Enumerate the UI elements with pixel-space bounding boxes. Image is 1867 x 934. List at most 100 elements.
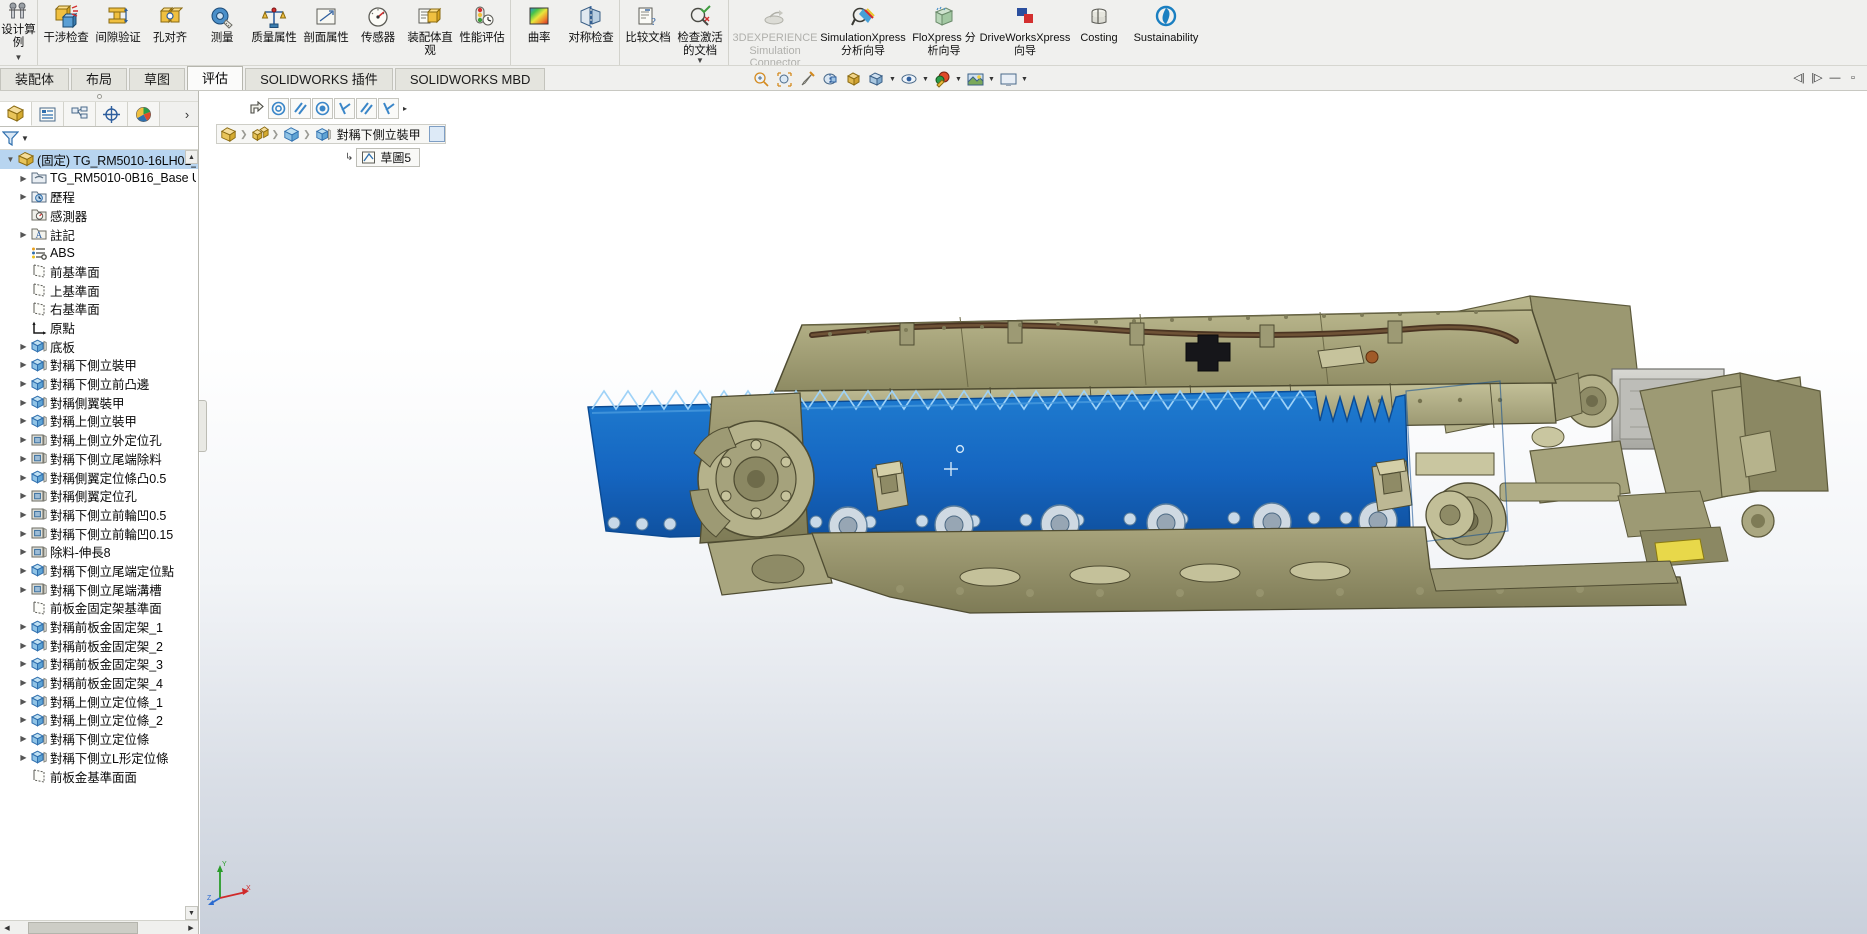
tree-scroll-up-button[interactable]: ▲ — [185, 150, 198, 164]
ribbon-button-costing[interactable]: Costing — [1069, 2, 1129, 64]
tree-expander-toggle[interactable]: ▶ — [17, 659, 30, 668]
tree-expander-toggle[interactable]: ▶ — [17, 230, 30, 239]
design-study-dropdown-caret[interactable]: ▼ — [15, 53, 23, 62]
view-orientation-button[interactable] — [842, 69, 864, 90]
zoom-to-fit-button[interactable] — [750, 69, 772, 90]
tree-expander-toggle[interactable]: ▼ — [4, 155, 17, 164]
sidebar-item-dimxpert-manager[interactable] — [96, 102, 128, 126]
graphics-viewport[interactable]: ▸ ❯ ❯ ❯ 對稱下側立裝甲 ↳ 草圖5 Y X Z — [200, 91, 1867, 934]
feature-tree-horizontal-scrollbar[interactable]: ◀ ▶ — [0, 920, 198, 934]
ribbon-button-symmetry-check[interactable]: 对称检查 — [565, 2, 617, 64]
tree-item[interactable]: ▶ 底板 — [0, 337, 198, 356]
tree-item[interactable]: ▶ 對稱下側立前輪凹0.5 — [0, 505, 198, 524]
tree-item[interactable]: 前板金固定架基準面 — [0, 599, 198, 618]
ribbon-button-simulationxpress[interactable]: SimulationXpress 分析向导 — [819, 2, 907, 64]
restore-button[interactable]: ▫ — [1845, 70, 1861, 86]
tree-item[interactable]: ▶ 對稱側翼定位孔 — [0, 486, 198, 505]
display-style-button[interactable] — [865, 69, 887, 90]
tree-expander-toggle[interactable]: ▶ — [17, 398, 30, 407]
tree-item[interactable]: 前板金基準面面 — [0, 767, 198, 786]
perpendicular-relation-button[interactable] — [334, 98, 355, 119]
sketch-toolbar-overflow-caret[interactable]: ▸ — [400, 104, 410, 113]
tree-expander-toggle[interactable]: ▶ — [17, 678, 30, 687]
ribbon-button-assembly-visualization[interactable]: 装配体直观 — [404, 2, 456, 64]
ribbon-button-interference-detection[interactable]: 干涉检查 — [40, 2, 92, 64]
tree-expander-toggle[interactable]: ▶ — [17, 622, 30, 631]
hscroll-thumb[interactable] — [28, 921, 138, 934]
prev-pane-button[interactable]: ◁| — [1791, 70, 1807, 86]
tab-layout[interactable]: 布局 — [71, 68, 128, 90]
panel-collapse-handle[interactable] — [199, 400, 207, 452]
tree-item[interactable]: ▶ A 註記 — [0, 225, 198, 244]
previous-view-button[interactable] — [796, 69, 818, 90]
edit-appearance-dropdown-caret[interactable]: ▼ — [954, 76, 963, 83]
feature-tree[interactable]: ▲ ▼ ▼ (固定) TG_RM5010-16LH01_BAS ▶ TG_RM5010… — [0, 150, 198, 920]
tree-item[interactable]: ▶ 對稱前板金固定架_1 — [0, 617, 198, 636]
tree-item[interactable]: ▶ 對稱上側立定位條_2 — [0, 711, 198, 730]
tree-item[interactable]: ▶ 對稱上側立外定位孔 — [0, 430, 198, 449]
hscroll-left-arrow[interactable]: ◀ — [0, 921, 14, 934]
apply-scene-dropdown-caret[interactable]: ▼ — [987, 76, 996, 83]
tree-item[interactable]: ▶ 對稱下側立定位條 — [0, 729, 198, 748]
tree-item[interactable]: ▶ 對稱下側立尾端定位點 — [0, 561, 198, 580]
tree-expander-toggle[interactable]: ▶ — [17, 473, 30, 482]
tree-expander-toggle[interactable]: ▶ — [17, 566, 30, 575]
sidebar-item-display-manager[interactable] — [128, 102, 160, 126]
view-settings-dropdown-caret[interactable]: ▼ — [1020, 76, 1029, 83]
coradial-relation-button[interactable] — [312, 98, 333, 119]
ribbon-button-mass-properties[interactable]: 质量属性 — [248, 2, 300, 64]
tree-item[interactable]: ▶ 對稱上側立裝甲 — [0, 412, 198, 431]
concentric-relation-button[interactable] — [268, 98, 289, 119]
breadcrumb-item-feature[interactable] — [312, 125, 334, 143]
zoom-to-area-button[interactable] — [773, 69, 795, 90]
breadcrumb-item-part[interactable] — [280, 125, 302, 143]
tree-item[interactable]: 原點 — [0, 318, 198, 337]
ribbon-button-curvature[interactable]: 曲率 — [513, 2, 565, 64]
ribbon-button-sensor[interactable]: 传感器 — [352, 2, 404, 64]
tree-expander-toggle[interactable]: ▶ — [17, 641, 30, 650]
ribbon-button-section-properties[interactable]: 剖面属性 — [300, 2, 352, 64]
tree-item[interactable]: ▶ 對稱下側立尾端除料 — [0, 449, 198, 468]
ribbon-button-floxpress[interactable]: FloXpress 分析向导 — [907, 2, 981, 64]
tree-item[interactable]: ▶ 對稱下側立前輪凹0.15 — [0, 524, 198, 543]
ribbon-button-measure[interactable]: 测量 — [196, 2, 248, 64]
tab-assembly[interactable]: 装配体 — [0, 68, 70, 90]
sidebar-item-property-manager[interactable] — [32, 102, 64, 126]
ribbon-button-sustainability[interactable]: Sustainability — [1129, 2, 1203, 64]
tree-item[interactable]: ▶ 對稱下側立前凸邊 — [0, 374, 198, 393]
tree-expander-toggle[interactable]: ▶ — [17, 174, 30, 183]
tree-item[interactable]: ▶ 對稱下側立裝甲 — [0, 356, 198, 375]
minimize-button[interactable]: — — [1827, 70, 1843, 86]
tree-expander-toggle[interactable]: ▶ — [17, 454, 30, 463]
section-view-button[interactable] — [819, 69, 841, 90]
breadcrumb-item-subassembly[interactable] — [249, 125, 271, 143]
tree-item[interactable]: ▶ 對稱上側立定位條_1 — [0, 692, 198, 711]
tree-item[interactable]: ▶ 對稱側翼定位條凸0.5 — [0, 468, 198, 487]
ribbon-button-hole-alignment[interactable]: 孔对齐 — [144, 2, 196, 64]
tree-item[interactable]: ▶ 對稱下側立尾端溝槽 — [0, 580, 198, 599]
tab-evaluate[interactable]: 评估 — [187, 66, 244, 90]
ribbon-button-clearance-verification[interactable]: 间隙验证 — [92, 2, 144, 64]
hide-show-items-dropdown-caret[interactable]: ▼ — [921, 76, 930, 83]
tree-expander-toggle[interactable]: ▶ — [17, 753, 30, 762]
tree-item[interactable]: ▶ 歷程 — [0, 187, 198, 206]
ribbon-button-compare-documents[interactable]: ? 比较文档 — [622, 2, 674, 64]
filter-icon[interactable] — [2, 130, 19, 147]
ribbon-button-3dexperience-simulation-connector[interactable]: 3DEXPERIENCE Simulation Connector — [731, 2, 819, 65]
tree-scroll-down-button[interactable]: ▼ — [185, 906, 198, 920]
filter-dropdown-caret[interactable]: ▼ — [21, 134, 29, 143]
breadcrumb-item-assembly-root[interactable] — [217, 125, 239, 143]
tree-item[interactable]: 上基準面 — [0, 281, 198, 300]
tree-expander-toggle[interactable]: ▶ — [17, 192, 30, 201]
sketch-chip[interactable]: 草圖5 — [356, 148, 421, 167]
tree-expander-toggle[interactable]: ▶ — [17, 529, 30, 538]
sidebar-item-feature-manager[interactable] — [0, 102, 32, 126]
panel-tabs-overflow-button[interactable]: › — [176, 102, 198, 126]
sidebar-item-configuration-manager[interactable] — [64, 102, 96, 126]
tree-item[interactable]: ▶ 對稱下側立L形定位條 — [0, 748, 198, 767]
ribbon-button-design-study[interactable]: 设计算 例 ▼ — [0, 0, 38, 65]
apply-scene-button[interactable] — [964, 69, 986, 90]
hide-show-items-button[interactable] — [898, 69, 920, 90]
tree-expander-toggle[interactable]: ▶ — [17, 342, 30, 351]
tree-expander-toggle[interactable]: ▶ — [17, 715, 30, 724]
